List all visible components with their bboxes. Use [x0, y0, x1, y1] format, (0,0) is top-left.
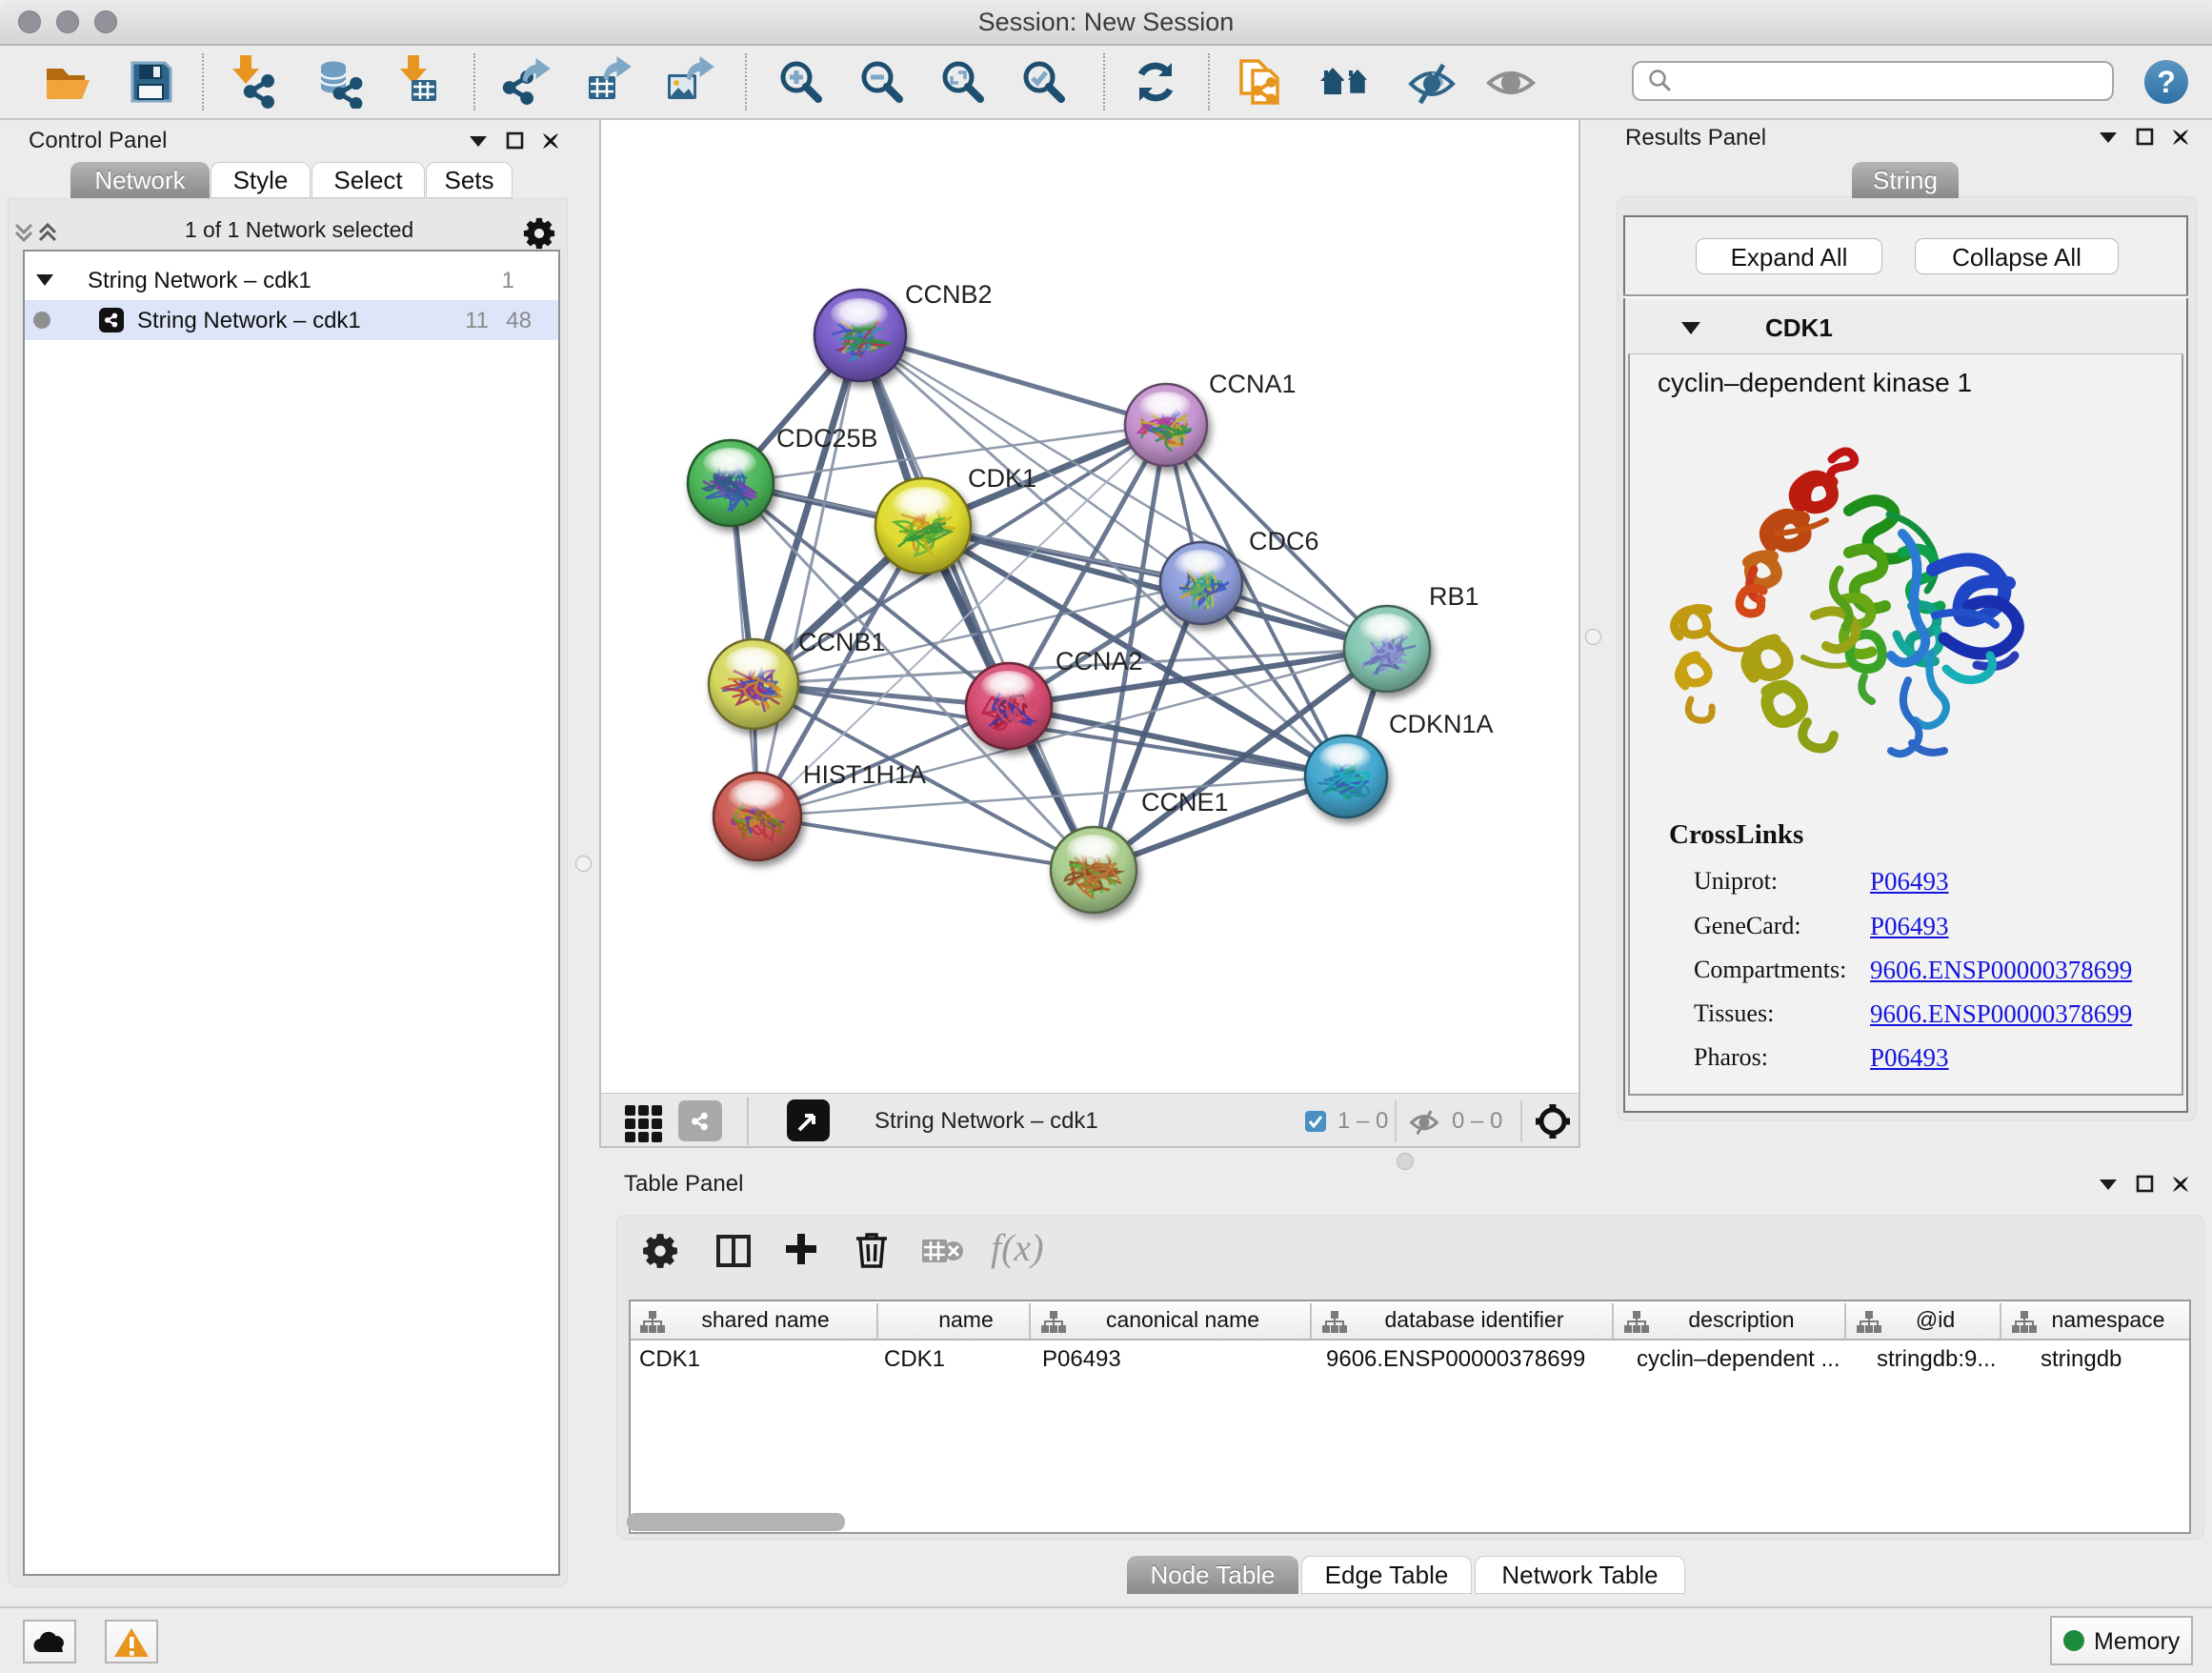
svg-text:CCNE1: CCNE1	[1141, 788, 1229, 816]
svg-text:CCNB1: CCNB1	[798, 628, 886, 656]
svg-text:RB1: RB1	[1429, 582, 1479, 611]
svg-text:CCNA2: CCNA2	[1056, 647, 1143, 675]
svg-text:CDK1: CDK1	[968, 464, 1036, 493]
svg-text:CCNB2: CCNB2	[905, 280, 993, 309]
svg-text:CCNA1: CCNA1	[1209, 370, 1297, 398]
svg-text:HIST1H1A: HIST1H1A	[803, 760, 926, 789]
svg-text:CDC25B: CDC25B	[776, 424, 878, 453]
svg-text:CDKN1A: CDKN1A	[1389, 710, 1494, 738]
svg-text:CDC6: CDC6	[1249, 527, 1319, 555]
